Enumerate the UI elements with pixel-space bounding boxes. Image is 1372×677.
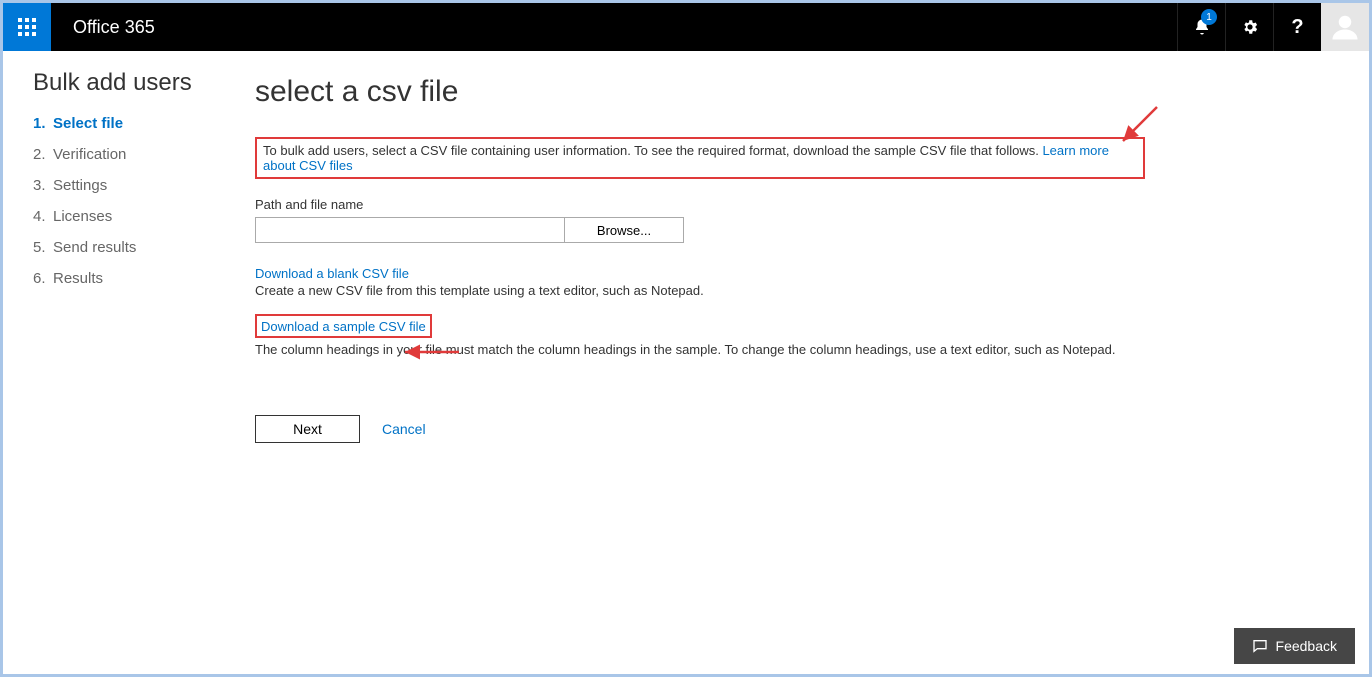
main-heading: select a csv file (255, 75, 1329, 109)
gear-icon (1241, 18, 1259, 36)
wizard-sidebar: Bulk add users 1.Select file 2.Verificat… (3, 69, 229, 674)
path-label: Path and file name (255, 197, 1329, 212)
step-select-file[interactable]: 1.Select file (33, 115, 229, 132)
step-send-results[interactable]: 5.Send results (33, 239, 229, 256)
content-area: Bulk add users 1.Select file 2.Verificat… (3, 51, 1369, 674)
top-bar: Office 365 1 ? (3, 3, 1369, 51)
cancel-link[interactable]: Cancel (382, 421, 426, 437)
app-launcher-button[interactable] (3, 3, 51, 51)
button-row: Next Cancel (255, 415, 1329, 443)
feedback-icon (1252, 638, 1268, 654)
page-title: Bulk add users (33, 69, 229, 97)
main-panel: select a csv file To bulk add users, sel… (229, 69, 1369, 674)
step-settings[interactable]: 3.Settings (33, 177, 229, 194)
file-path-input[interactable] (255, 217, 565, 243)
user-avatar[interactable] (1321, 3, 1369, 51)
next-button[interactable]: Next (255, 415, 360, 443)
feedback-button[interactable]: Feedback (1234, 628, 1355, 664)
topbar-right: 1 ? (1177, 3, 1369, 51)
download-blank-link[interactable]: Download a blank CSV file (255, 266, 409, 281)
help-icon: ? (1291, 16, 1303, 39)
wizard-steps: 1.Select file 2.Verification 3.Settings … (33, 115, 229, 287)
notifications-button[interactable]: 1 (1177, 3, 1225, 51)
sample-desc: The column headings in your file must ma… (255, 342, 1329, 357)
brand-title: Office 365 (51, 3, 1177, 51)
help-button[interactable]: ? (1273, 3, 1321, 51)
step-verification[interactable]: 2.Verification (33, 146, 229, 163)
step-results[interactable]: 6.Results (33, 270, 229, 287)
step-licenses[interactable]: 4.Licenses (33, 208, 229, 225)
blank-desc: Create a new CSV file from this template… (255, 283, 1329, 298)
waffle-icon (18, 18, 36, 36)
feedback-label: Feedback (1276, 638, 1337, 654)
browse-button[interactable]: Browse... (564, 217, 684, 243)
notification-badge: 1 (1201, 9, 1217, 25)
info-callout: To bulk add users, select a CSV file con… (255, 137, 1145, 179)
download-sample-link[interactable]: Download a sample CSV file (261, 319, 426, 334)
info-text: To bulk add users, select a CSV file con… (263, 143, 1042, 158)
settings-button[interactable] (1225, 3, 1273, 51)
person-icon (1330, 12, 1360, 42)
sample-callout: Download a sample CSV file (255, 314, 432, 338)
file-select-row: Browse... (255, 217, 1329, 243)
